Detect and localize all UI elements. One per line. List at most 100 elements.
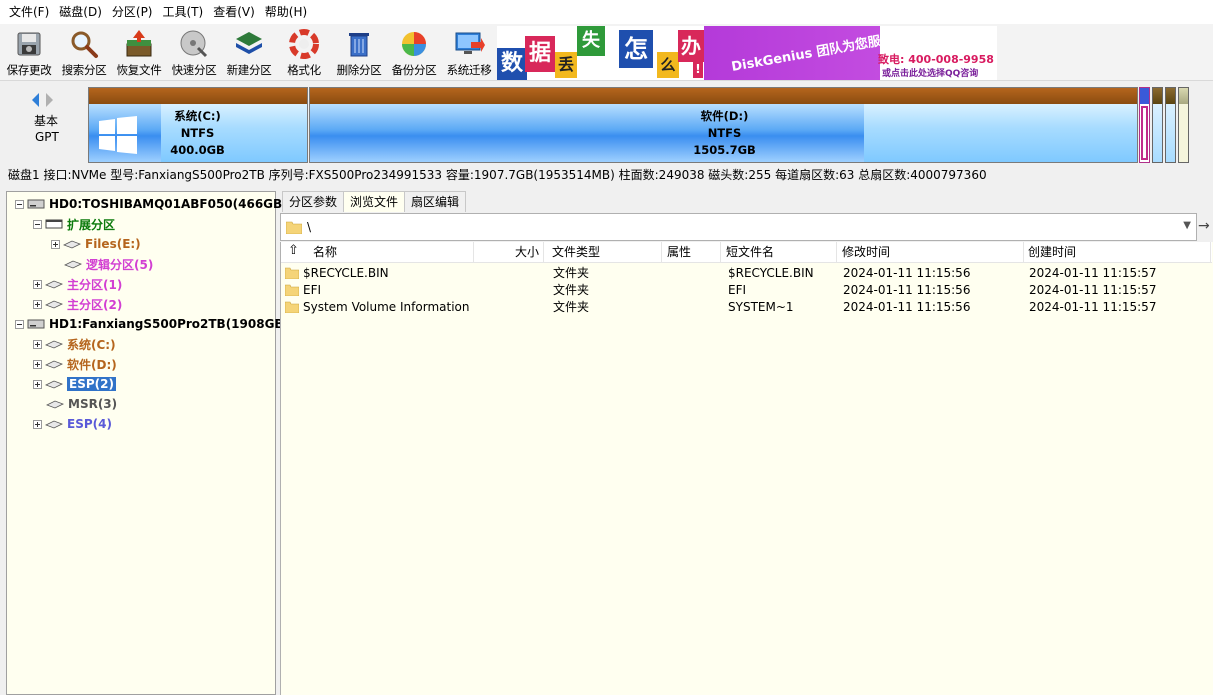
tree-node-files-e[interactable]: Files(E:) [51,235,141,253]
file-modified: 2024-01-11 11:15:56 [843,300,971,314]
save-icon [17,32,41,56]
save-changes-label: 保存更改 [6,63,52,77]
partition-block-d[interactable]: 软件(D:) NTFS 1505.7GB [309,87,1138,163]
tree-node-primary-2[interactable]: 主分区(2) [33,295,122,313]
recover-files-label: 恢复文件 [116,63,162,77]
tree-node-msr-3[interactable]: MSR(3) [46,395,117,413]
column-type[interactable]: 文件类型 [548,242,662,263]
column-modified[interactable]: 修改时间 [838,242,1024,263]
up-folder-icon[interactable]: ⇧ [288,243,299,258]
file-modified: 2024-01-11 11:15:56 [843,266,971,280]
tree-node-label: MSR(3) [68,397,118,411]
column-size[interactable]: 大小 [474,242,544,263]
tree-node-label-selected: ESP(2) [67,377,116,391]
search-icon [71,31,98,58]
save-changes-button[interactable]: 保存更改 [2,28,56,80]
collapse-icon[interactable] [15,319,24,329]
folder-icon [285,301,299,313]
partition-block-c[interactable]: 系统(C:) NTFS 400.0GB [88,87,308,163]
file-short-name: SYSTEM~1 [728,300,794,314]
tree-node-software-d[interactable]: 软件(D:) [33,355,117,373]
file-row[interactable]: System Volume Information 文件夹 SYSTEM~1 2… [281,299,1212,316]
file-name: $RECYCLE.BIN [303,266,389,280]
recover-files-button[interactable]: 恢复文件 [112,28,166,80]
menu-help[interactable]: 帮助(H) [260,1,312,23]
expand-icon[interactable] [33,279,42,289]
disk-nav-arrows-icon[interactable] [30,92,60,108]
menu-view[interactable]: 查看(V) [208,1,260,23]
file-name: EFI [303,283,322,297]
windows-logo-icon [99,116,137,154]
tree-node-esp-4[interactable]: ESP(4) [33,415,112,433]
menu-disk[interactable]: 磁盘(D) [54,1,107,23]
menu-tools[interactable]: 工具(T) [158,1,209,23]
delete-partition-icon [349,33,369,57]
tree-node-label: Files(E:) [85,237,141,251]
banner-qq-link[interactable]: 或点击此处选择QQ咨询 [882,66,978,79]
file-row[interactable]: EFI 文件夹 EFI 2024-01-11 11:15:56 2024-01-… [281,282,1212,299]
tree-node-system-c[interactable]: 系统(C:) [33,335,116,353]
partition-icon [45,420,63,429]
partition-block-esp-4[interactable] [1165,87,1176,163]
expand-icon[interactable] [33,339,42,349]
menu-bar: 文件(F) 磁盘(D) 分区(P) 工具(T) 查看(V) 帮助(H) [0,0,1213,24]
tab-partition-params[interactable]: 分区参数 [282,191,345,212]
expand-icon[interactable] [33,419,42,429]
quick-partition-button[interactable]: 快速分区 [167,28,221,80]
tree-node-logical-5[interactable]: 逻辑分区(5) [64,255,153,273]
folder-icon [286,221,302,234]
menu-file[interactable]: 文件(F) [4,1,54,23]
tree-node-esp-2[interactable]: ESP(2) [33,375,116,393]
partition-icon [46,400,64,409]
column-name[interactable]: 名称 [309,242,474,263]
new-partition-button[interactable]: 新建分区 [222,28,276,80]
expand-icon[interactable] [33,299,42,309]
new-partition-icon [236,32,262,54]
tree-node-primary-1[interactable]: 主分区(1) [33,275,122,293]
system-migrate-button[interactable]: 系统迁移 [442,28,496,80]
file-name: System Volume Information [303,300,470,314]
expand-icon[interactable] [33,359,42,369]
go-arrow-icon[interactable]: → [1198,218,1210,234]
hard-disk-icon [27,199,45,209]
expand-icon[interactable] [33,379,42,389]
tree-node-label: 逻辑分区(5) [86,257,154,272]
tree-node-hd0[interactable]: HD0:TOSHIBAMQ01ABF050(466GB) [15,195,288,213]
extended-partition-icon [45,219,63,229]
partition-c-name: 系统(C:) [174,109,221,123]
column-created[interactable]: 创建时间 [1024,242,1211,263]
chevron-down-icon[interactable]: ▼ [1183,220,1191,231]
file-created: 2024-01-11 11:15:57 [1029,300,1157,314]
file-list-header: ⇧ 名称 大小 文件类型 属性 短文件名 修改时间 创建时间 [281,242,1212,263]
tree-node-hd1[interactable]: HD1:FanxiangS500Pro2TB(1908GB) [15,315,289,333]
partition-block-free[interactable] [1178,87,1189,163]
tab-sector-editor[interactable]: 扇区编辑 [404,191,467,212]
menu-partition[interactable]: 分区(P) [107,1,158,23]
folder-icon [285,267,299,279]
file-created: 2024-01-11 11:15:57 [1029,283,1157,297]
banner-tile: 怎 [619,30,653,68]
expand-icon[interactable] [51,239,60,249]
search-partition-button[interactable]: 搜索分区 [57,28,111,80]
current-path: \ [307,220,312,234]
partition-block-esp[interactable] [1139,87,1150,163]
column-attributes[interactable]: 属性 [663,242,721,263]
file-type: 文件夹 [553,300,590,314]
collapse-icon[interactable] [15,199,24,209]
banner-phone: 致电: 400-008-9958 [878,53,994,66]
partition-icon [45,380,63,389]
column-short-name[interactable]: 短文件名 [722,242,837,263]
backup-partition-button[interactable]: 备份分区 [387,28,441,80]
path-combobox[interactable]: \ ▼ [280,213,1197,241]
banner-tile: 么 [657,52,679,78]
partition-block-msr[interactable] [1152,87,1163,163]
format-button[interactable]: 格式化 [277,28,331,80]
banner-tile: ! [693,60,703,78]
disk-info-bar: 磁盘1 接口:NVMe 型号:FanxiangS500Pro2TB 序列号:FX… [0,164,1213,186]
tab-browse-files[interactable]: 浏览文件 [343,191,406,212]
tree-node-extended[interactable]: 扩展分区 [33,215,115,233]
delete-partition-button[interactable]: 删除分区 [332,28,386,80]
file-row[interactable]: $RECYCLE.BIN 文件夹 $RECYCLE.BIN 2024-01-11… [281,265,1212,282]
ad-banner[interactable]: 数 据 丢 失 怎 么 办 ! DiskGenius 团队为您服务 致电: 40… [497,26,997,80]
collapse-icon[interactable] [33,219,42,229]
